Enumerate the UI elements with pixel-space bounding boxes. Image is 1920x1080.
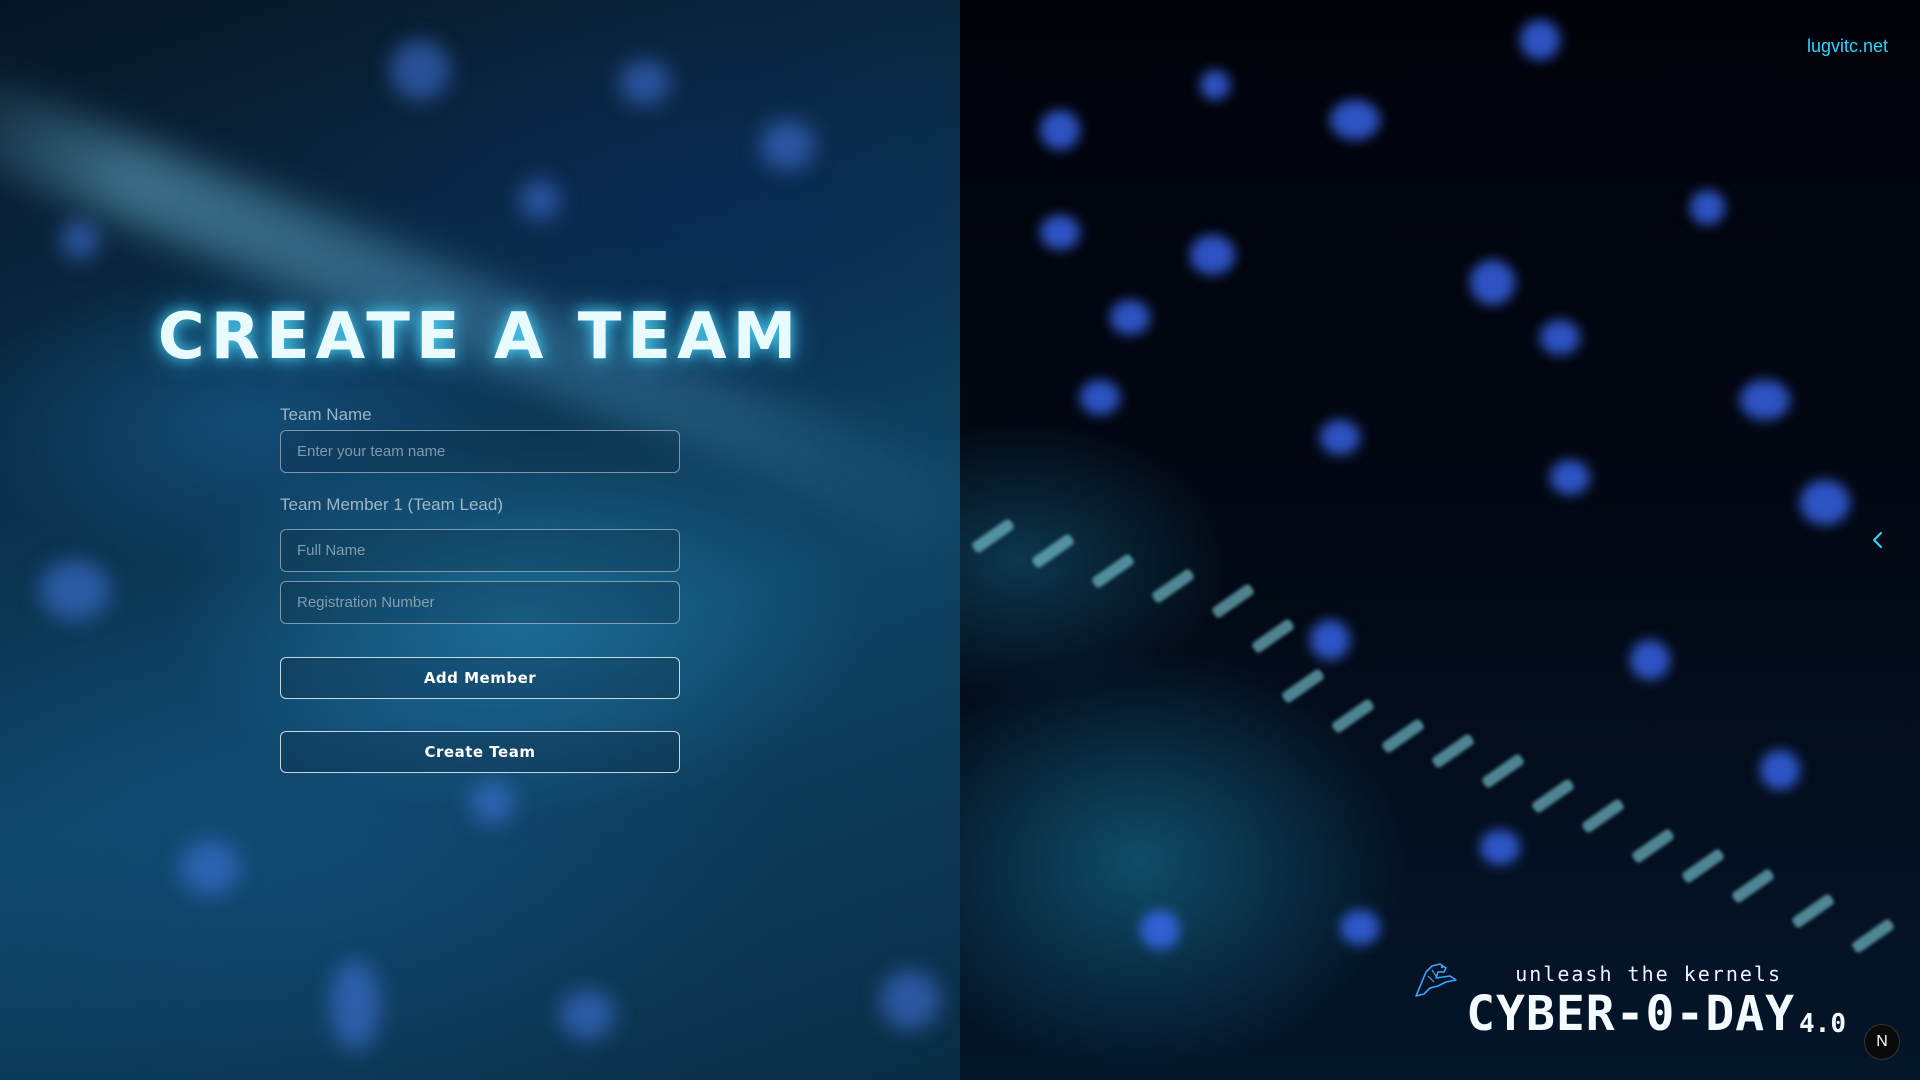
light-dash [1530, 777, 1576, 815]
bokeh-dot [1630, 640, 1670, 680]
site-link[interactable]: lugvitc.net [1807, 36, 1888, 57]
bokeh-dot [60, 220, 100, 260]
event-name: CYBER-0-DAY [1466, 986, 1796, 1042]
bokeh-dot [1740, 380, 1790, 420]
event-version: 4.0 [1799, 1009, 1846, 1039]
light-dash [1250, 617, 1296, 655]
light-dash [1680, 847, 1726, 885]
bokeh-dot [330, 960, 380, 1050]
bokeh-dot [40, 560, 110, 620]
bokeh-dot [1550, 460, 1590, 495]
full-name-input[interactable] [280, 529, 680, 572]
bokeh-dot [620, 60, 670, 105]
bokeh-dot [1340, 910, 1380, 945]
bokeh-dot [520, 180, 560, 220]
bokeh-dot [1040, 215, 1080, 250]
mascot-logo-icon [1415, 963, 1457, 997]
light-dash [1150, 567, 1196, 605]
team-name-input[interactable] [280, 430, 680, 473]
create-team-button[interactable]: Create Team [280, 731, 680, 773]
add-member-button[interactable]: Add Member [280, 657, 680, 699]
light-dash [1210, 582, 1256, 620]
light-dash [1280, 667, 1326, 705]
bokeh-dot [470, 780, 515, 825]
page-title: CREATE A TEAM [157, 300, 803, 374]
light-dash [1580, 797, 1626, 835]
bokeh-dot [1480, 830, 1520, 865]
bokeh-dot [1310, 620, 1350, 660]
light-dash [1090, 552, 1136, 590]
chevron-left-icon [1872, 531, 1883, 549]
tagline: unleash the kernels [1515, 962, 1782, 986]
light-dash [1030, 532, 1076, 570]
bokeh-dot [1330, 100, 1380, 140]
create-team-form: Team Name Team Member 1 (Team Lead) Add … [280, 405, 680, 773]
registration-number-input[interactable] [280, 581, 680, 624]
bokeh-dot [1320, 420, 1360, 455]
event-branding: unleash the kernels CYBER-0-DAY 4.0 [1466, 962, 1846, 1040]
bokeh-dot [1190, 235, 1235, 275]
chevron-left-icon[interactable] [1866, 528, 1890, 552]
bokeh-dot [560, 990, 615, 1040]
light-dash [970, 517, 1016, 555]
light-dash [1380, 717, 1426, 755]
bokeh-dot [390, 40, 450, 100]
bokeh-dot [1080, 380, 1120, 415]
bokeh-dot [1760, 750, 1800, 790]
bokeh-dot [1800, 480, 1850, 525]
light-dash [1630, 827, 1676, 865]
bokeh-dot [1200, 70, 1230, 100]
bokeh-dot [880, 970, 940, 1030]
bokeh-dot [1140, 910, 1180, 950]
bokeh-dot [1040, 110, 1080, 150]
bokeh-dot [180, 840, 240, 895]
light-dash [1330, 697, 1376, 735]
team-lead-label: Team Member 1 (Team Lead) [280, 495, 503, 514]
bokeh-dot [1520, 20, 1560, 60]
light-dash [1430, 732, 1476, 770]
light-dash [1480, 752, 1526, 790]
bokeh-dot [1690, 190, 1725, 225]
light-dash [1790, 892, 1836, 930]
bokeh-dot [760, 120, 815, 170]
right-background-panel [960, 0, 1920, 1080]
light-dash [1850, 917, 1896, 955]
bokeh-dot [1110, 300, 1150, 335]
nextjs-badge[interactable]: N [1864, 1024, 1900, 1060]
bokeh-dot [1470, 260, 1515, 305]
bokeh-dot [1540, 320, 1580, 355]
team-name-label: Team Name [280, 405, 372, 424]
light-dash [1730, 867, 1776, 905]
